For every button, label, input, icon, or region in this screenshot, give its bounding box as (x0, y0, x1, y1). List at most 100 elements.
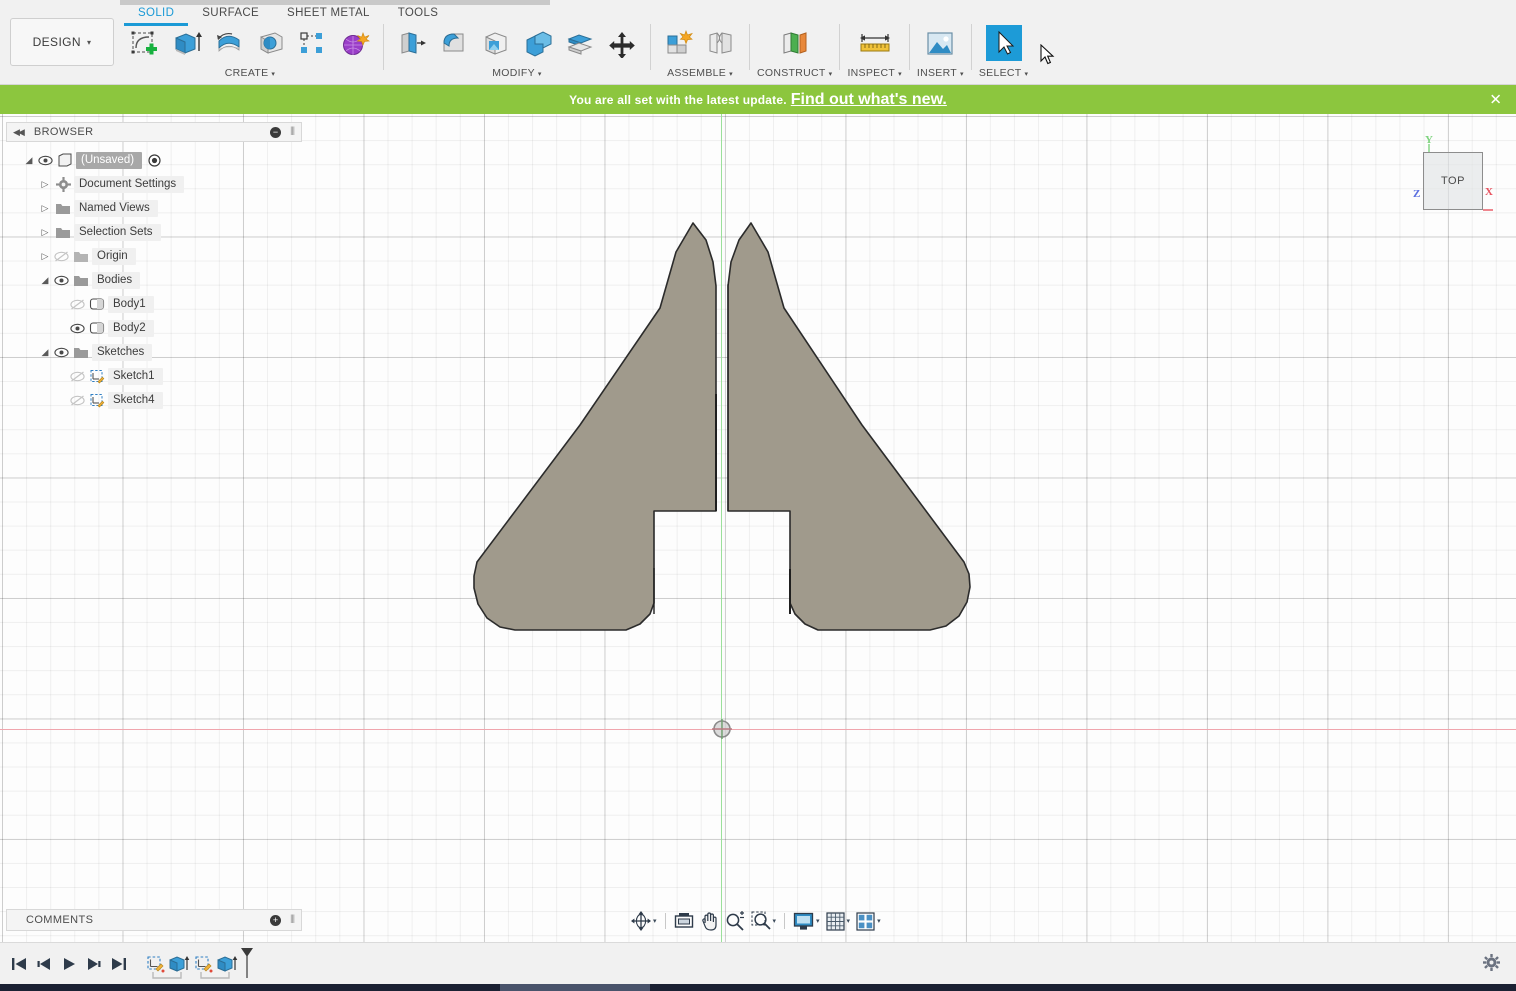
view-cube[interactable]: TOP Y X Z (1405, 130, 1511, 220)
visibility-eye-icon[interactable] (52, 347, 70, 358)
visibility-eye-icon[interactable] (36, 155, 54, 166)
skip-to-start-icon[interactable] (6, 949, 31, 979)
visibility-eye-icon[interactable] (68, 323, 86, 334)
skip-to-end-icon[interactable] (106, 949, 131, 979)
mouse-cursor (1040, 44, 1055, 65)
expand-arrow-icon[interactable]: ◢ (22, 155, 36, 166)
chevron-down-icon[interactable]: ▾ (816, 917, 820, 925)
tab-tools[interactable]: TOOLS (384, 5, 453, 26)
expand-arrow-icon[interactable]: ▷ (38, 227, 52, 238)
comments-panel-header[interactable]: COMMENTS + ⦀ (6, 909, 302, 931)
form-icon[interactable] (334, 24, 376, 64)
notification-message: You are all set with the latest update. (569, 92, 787, 107)
tree-item-sketches[interactable]: ◢ Sketches (6, 340, 302, 364)
grid-snaps-icon[interactable]: ▾ (823, 909, 854, 933)
ribbon-group-label-assemble[interactable]: ASSEMBLE ▾ (667, 67, 733, 79)
tree-item-unsaved[interactable]: ◢ (Unsaved) (6, 148, 302, 172)
tree-item-origin[interactable]: ▷ Origin (6, 244, 302, 268)
tree-item-label: Bodies (92, 271, 141, 289)
orbit-icon[interactable]: ▾ (628, 909, 660, 933)
timeline-bar (0, 942, 1516, 984)
ribbon-group-label-modify[interactable]: MODIFY ▾ (492, 67, 541, 79)
tree-item-selection-sets[interactable]: ▷ Selection Sets (6, 220, 302, 244)
timeline-features (143, 947, 255, 979)
expand-arrow-icon[interactable]: ▷ (38, 251, 52, 262)
tree-item-document-settings[interactable]: ▷ Document Settings (6, 172, 302, 196)
tree-item-sketch1[interactable]: Sketch1 (6, 364, 302, 388)
chevron-down-icon[interactable]: ▾ (773, 917, 777, 925)
chevron-down-icon: ▾ (271, 71, 276, 78)
os-taskbar (0, 984, 1516, 991)
press-pull-icon[interactable] (391, 24, 433, 64)
visibility-eye-hidden-icon[interactable] (68, 299, 86, 310)
visibility-eye-icon[interactable] (52, 275, 70, 286)
tree-item-label: Named Views (74, 199, 158, 217)
select-cursor-icon[interactable] (983, 24, 1025, 64)
visibility-eye-hidden-icon[interactable] (68, 395, 86, 406)
step-back-icon[interactable] (31, 949, 56, 979)
fillet-icon[interactable] (433, 24, 475, 64)
tree-item-sketch4[interactable]: Sketch4 (6, 388, 302, 412)
combine-icon[interactable] (517, 24, 559, 64)
expand-arrow-icon[interactable]: ◢ (38, 347, 52, 358)
joint-icon[interactable] (700, 24, 742, 64)
notification-link[interactable]: Find out what's new. (791, 91, 947, 109)
panel-resize-grip[interactable]: ⦀ (290, 126, 295, 139)
expand-arrow-icon[interactable]: ▷ (38, 203, 52, 214)
zoom-icon[interactable] (722, 909, 748, 933)
zoom-window-icon[interactable]: ▾ (748, 909, 780, 933)
activate-radio-icon[interactable] (148, 153, 161, 167)
panel-resize-grip[interactable]: ⦀ (290, 914, 295, 927)
collapse-left-icon[interactable]: ◀◀ (13, 127, 25, 138)
close-icon[interactable]: ✕ (1489, 92, 1502, 107)
revolve-icon[interactable] (208, 24, 250, 64)
step-forward-icon[interactable] (81, 949, 106, 979)
create-sketch-icon[interactable] (124, 24, 166, 64)
tab-solid[interactable]: SOLID (124, 5, 189, 26)
workspace-switcher-button[interactable]: DESIGN ▾ (10, 18, 114, 66)
view-cube-axes (1428, 144, 1493, 211)
pan-hand-icon[interactable] (697, 909, 722, 933)
ribbon-group-label-construct[interactable]: CONSTRUCT ▾ (757, 67, 832, 79)
insert-image-icon[interactable] (919, 24, 961, 64)
expand-arrow-icon[interactable]: ◢ (38, 275, 52, 286)
tab-sheet-metal[interactable]: SHEET METAL (273, 5, 384, 26)
chevron-down-icon: ▾ (87, 37, 92, 47)
play-icon[interactable] (56, 949, 81, 979)
display-settings-icon[interactable]: ▾ (790, 909, 823, 933)
pattern-icon[interactable] (292, 24, 334, 64)
visibility-eye-hidden-icon[interactable] (52, 251, 70, 262)
ribbon-group-inspect: INSPECT ▾ (847, 24, 902, 79)
ribbon-group-label-inspect[interactable]: INSPECT ▾ (847, 67, 901, 79)
chevron-down-icon[interactable]: ▾ (877, 917, 881, 925)
extrude-icon[interactable] (166, 24, 208, 64)
visibility-eye-hidden-icon[interactable] (68, 371, 86, 382)
ribbon-divider (650, 24, 651, 70)
tree-item-body2[interactable]: Body2 (6, 316, 302, 340)
shell-icon[interactable] (475, 24, 517, 64)
ribbon-group-label-insert[interactable]: INSERT ▾ (917, 67, 964, 79)
add-comment-icon[interactable]: + (270, 914, 281, 926)
browser-panel-header: ◀◀ BROWSER − ⦀ (6, 122, 302, 142)
ribbon-group-label-select[interactable]: SELECT ▾ (979, 67, 1028, 79)
gear-icon (52, 176, 74, 192)
expand-arrow-icon[interactable]: ▷ (38, 179, 52, 190)
chevron-down-icon[interactable]: ▾ (653, 917, 657, 925)
ribbon-group-label-create[interactable]: CREATE ▾ (225, 67, 275, 79)
tab-surface[interactable]: SURFACE (188, 5, 273, 26)
construct-plane-icon[interactable] (774, 24, 816, 64)
sweep-icon[interactable] (250, 24, 292, 64)
split-face-icon[interactable] (559, 24, 601, 64)
timeline-settings-gear-icon[interactable] (1483, 954, 1500, 976)
tree-item-body1[interactable]: Body1 (6, 292, 302, 316)
minimize-icon[interactable]: − (270, 126, 281, 138)
tree-item-bodies[interactable]: ◢ Bodies (6, 268, 302, 292)
tree-item-named-views[interactable]: ▷ Named Views (6, 196, 302, 220)
new-component-icon[interactable] (658, 24, 700, 64)
measure-icon[interactable] (854, 24, 896, 64)
fit-view-icon[interactable] (671, 909, 697, 933)
viewports-icon[interactable]: ▾ (853, 909, 884, 933)
move-copy-icon[interactable] (601, 24, 643, 64)
chevron-down-icon[interactable]: ▾ (847, 917, 851, 925)
origin-point-icon[interactable] (711, 718, 733, 740)
